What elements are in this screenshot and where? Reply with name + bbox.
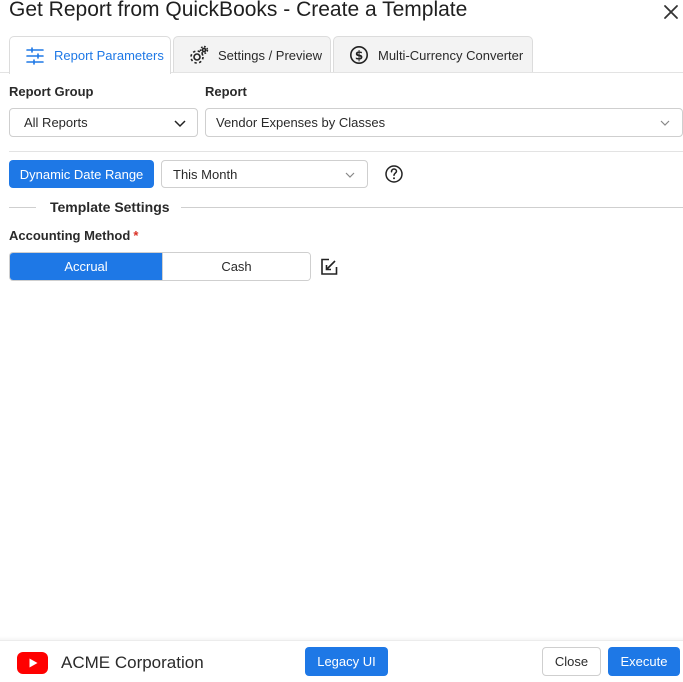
close-icon[interactable] (660, 1, 682, 23)
svg-text:$: $ (355, 49, 363, 63)
tab-report-parameters[interactable]: Report Parameters (9, 36, 171, 74)
section-rule-right (181, 207, 683, 208)
tab-label: Report Parameters (54, 48, 164, 63)
report-value: Vendor Expenses by Classes (216, 115, 386, 130)
date-range-select[interactable]: This Month (161, 160, 368, 188)
accounting-method-text: Accounting Method (9, 228, 131, 243)
youtube-icon[interactable] (17, 652, 48, 674)
edit-icon[interactable] (318, 256, 340, 278)
dynamic-date-range-button[interactable]: Dynamic Date Range (9, 160, 154, 188)
report-group-value: All Reports (24, 115, 88, 130)
legacy-ui-button[interactable]: Legacy UI (305, 647, 388, 676)
report-group-label: Report Group (9, 84, 94, 99)
report-label: Report (205, 84, 247, 99)
title-bar: Get Report from QuickBooks - Create a Te… (0, 0, 683, 26)
footer-bar: ACME Corporation Legacy UI Close Execute (0, 640, 683, 682)
section-rule-left (9, 207, 36, 208)
cash-option[interactable]: Cash (162, 253, 310, 280)
execute-button[interactable]: Execute (608, 647, 680, 676)
sliders-icon (24, 45, 46, 67)
chevron-down-icon (173, 116, 187, 130)
accounting-method-toggle: Accrual Cash (9, 252, 311, 281)
tab-multi-currency[interactable]: $ Multi-Currency Converter (333, 36, 533, 73)
close-button[interactable]: Close (542, 647, 601, 676)
help-icon[interactable] (383, 163, 405, 185)
tab-settings-preview[interactable]: Settings / Preview (173, 36, 331, 73)
dollar-circle-icon: $ (348, 44, 370, 66)
accounting-method-label: Accounting Method * (9, 228, 138, 243)
gears-icon (188, 44, 210, 66)
section-divider (9, 151, 683, 152)
date-range-value: This Month (173, 166, 238, 182)
tab-label: Multi-Currency Converter (378, 47, 524, 63)
chevron-down-icon (658, 116, 672, 130)
report-group-select[interactable]: All Reports (9, 108, 198, 137)
accrual-option[interactable]: Accrual (10, 253, 162, 280)
window-title: Get Report from QuickBooks - Create a Te… (9, 0, 468, 21)
company-name: ACME Corporation (61, 653, 204, 672)
chevron-down-icon (343, 168, 357, 182)
tab-bar: Report Parameters Settings / Preview $ M… (0, 36, 683, 74)
report-select[interactable]: Vendor Expenses by Classes (205, 108, 683, 137)
template-settings-title: Template Settings (50, 199, 170, 215)
required-mark: * (133, 228, 139, 243)
tab-label: Settings / Preview (218, 47, 323, 63)
